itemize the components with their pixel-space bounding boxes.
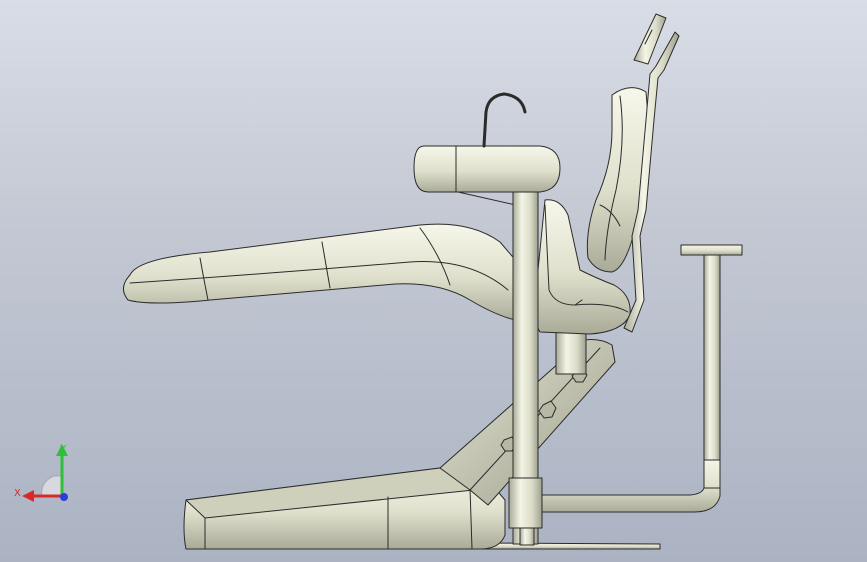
seat-cylinder — [555, 329, 587, 375]
instrument-stand-top — [680, 244, 743, 256]
dental-chair-model[interactable] — [0, 0, 867, 562]
y-axis-label: Y — [59, 444, 67, 455]
cuspidor-bowl — [413, 145, 561, 193]
coordinate-triad: Y X — [14, 444, 68, 502]
x-axis-label: X — [14, 488, 21, 499]
xy-plane-fan — [41, 475, 63, 497]
instrument-stand-post — [703, 253, 721, 461]
leg-rest — [123, 223, 525, 323]
z-axis-dot — [60, 493, 68, 501]
water-hook — [482, 92, 527, 148]
foot-control-pipe — [541, 457, 721, 513]
floor-plate — [473, 542, 661, 550]
cad-viewport[interactable]: Y X — [0, 0, 867, 562]
x-axis-arrow — [22, 490, 34, 502]
